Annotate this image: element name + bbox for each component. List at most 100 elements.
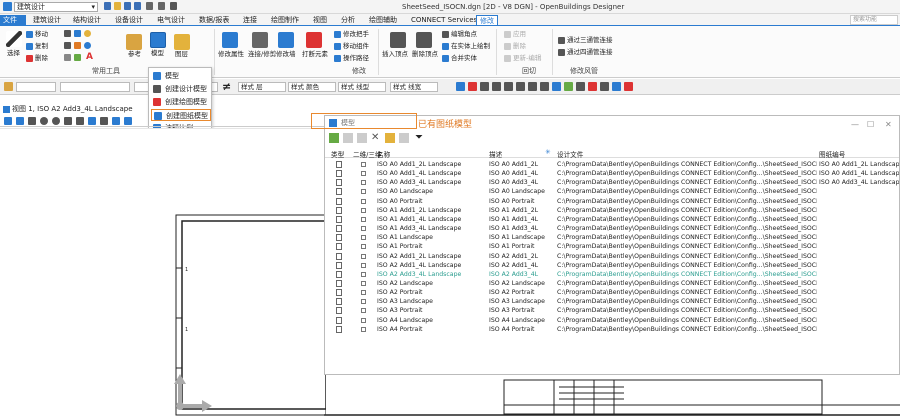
dim-checkbox[interactable] xyxy=(361,317,366,323)
bisector-icon[interactable] xyxy=(600,82,609,91)
dim-checkbox[interactable] xyxy=(361,290,366,296)
parallel-icon[interactable] xyxy=(576,82,585,91)
table-row[interactable]: ISO A1 Portrait ISO A1 Portrait C:\Program… xyxy=(325,242,899,251)
save-icon[interactable] xyxy=(124,2,131,10)
modify-attr-icon[interactable] xyxy=(222,32,238,48)
dim-checkbox[interactable] xyxy=(361,180,366,186)
table-row[interactable]: ISO A0 Landscape ISO A0 Landscape C:\Progr… xyxy=(325,187,899,196)
rotate-icon[interactable] xyxy=(88,117,96,125)
menu-item-create-design-model[interactable]: 创建设计模型 xyxy=(151,83,211,95)
search-input[interactable]: 搜索功能 xyxy=(850,15,898,25)
move-button[interactable]: 移动 xyxy=(26,30,48,38)
filter-icon[interactable]: ⏷ xyxy=(415,133,425,143)
menu-drawing-aids[interactable]: 绘图辅助 xyxy=(366,15,400,25)
line-style-combo[interactable]: 样式 线型 xyxy=(338,82,386,92)
col-type[interactable]: 类型 xyxy=(331,149,344,159)
menu-connect-services[interactable]: CONNECT Services xyxy=(408,15,480,25)
import-icon[interactable] xyxy=(385,133,395,143)
delete-button[interactable]: 删除 xyxy=(26,54,48,62)
copy-model-icon[interactable] xyxy=(343,133,353,143)
dim-checkbox[interactable] xyxy=(361,262,366,268)
table-row[interactable]: ISO A4 Landscape ISO A4 Landscape C:\Progr… xyxy=(325,316,899,325)
menu-item-model[interactable]: 模型 xyxy=(151,70,211,82)
table-row[interactable]: ISO A2 Add1_2L Landscape ISO A2 Add1_2L C:… xyxy=(325,252,899,261)
open-file-icon[interactable] xyxy=(114,2,121,10)
properties-icon[interactable] xyxy=(357,133,367,143)
col-file[interactable]: 设计文件 xyxy=(557,149,583,159)
new-file-icon[interactable] xyxy=(104,2,111,10)
table-row[interactable]: ISO A4 Portrait ISO A4 Portrait C:\Program… xyxy=(325,325,899,334)
new-model-icon[interactable] xyxy=(329,133,339,143)
undo-icon[interactable] xyxy=(146,2,153,10)
dim-checkbox[interactable] xyxy=(361,216,366,222)
locks-icon[interactable] xyxy=(468,82,477,91)
reference-icon[interactable] xyxy=(126,34,142,50)
accudraw-icon[interactable] xyxy=(612,82,621,91)
table-row[interactable]: ISO A1 Add1_4L Landscape ISO A1 Add1_4L C:… xyxy=(325,215,899,224)
insert-vertex-icon[interactable] xyxy=(390,32,406,48)
remove-button[interactable]: 删除 xyxy=(504,42,526,50)
drawing-canvas[interactable]: 1 1 xyxy=(0,128,326,419)
merge-solid-button[interactable]: 合并实体 xyxy=(442,54,477,62)
col-desc[interactable]: 描述 xyxy=(489,149,502,159)
dim-checkbox[interactable] xyxy=(361,244,366,250)
col-sheet-no[interactable]: 图纸编号 xyxy=(819,149,845,159)
workspace-select[interactable]: 建筑设计 ▾ xyxy=(14,2,98,12)
tangent-icon[interactable] xyxy=(552,82,561,91)
shape-tools[interactable]: A xyxy=(64,30,120,66)
dim-checkbox[interactable] xyxy=(361,326,366,332)
color-style-combo[interactable]: 样式 颜色 xyxy=(288,82,336,92)
list-view-icon[interactable] xyxy=(399,133,409,143)
keypoint-icon[interactable] xyxy=(480,82,489,91)
minimize-button[interactable]: — xyxy=(851,118,859,132)
table-row[interactable]: ISO A2 Add3_4L Landscape ISO A2 Add3_4L C:… xyxy=(325,270,899,279)
zoom-in-icon[interactable] xyxy=(40,117,48,125)
menu-modify[interactable]: 修改 xyxy=(476,15,498,25)
dim-checkbox[interactable] xyxy=(361,162,366,167)
not-equal-icon[interactable]: ≠ xyxy=(222,80,231,93)
menu-analysis[interactable]: 分析 xyxy=(338,15,358,25)
table-row[interactable]: ISO A0 Portrait ISO A0 Portrait C:\Program… xyxy=(325,197,899,206)
select-icon[interactable] xyxy=(6,31,22,47)
window-area-icon[interactable] xyxy=(64,117,72,125)
next-view-icon[interactable] xyxy=(124,117,132,125)
delete-model-icon[interactable]: ✕ xyxy=(371,133,381,143)
table-row[interactable]: ISO A2 Landscape ISO A2 Landscape C:\Progr… xyxy=(325,279,899,288)
dim-checkbox[interactable] xyxy=(361,280,366,286)
move-group-button[interactable]: 移动组件 xyxy=(334,42,369,50)
pencil-icon[interactable] xyxy=(4,82,13,91)
settings-icon[interactable]: ✳ xyxy=(545,148,551,156)
edit-point-button[interactable]: 编辑角点 xyxy=(442,30,477,38)
break-icon[interactable] xyxy=(306,32,322,48)
print-icon[interactable] xyxy=(170,2,177,10)
dim-checkbox[interactable] xyxy=(361,271,366,277)
table-row[interactable]: ISO A0 Add3_4L Landscape ISO A0 Add3_4L C:… xyxy=(325,178,899,187)
dim-checkbox[interactable] xyxy=(361,253,366,259)
display-style-icon[interactable] xyxy=(16,117,24,125)
on-solid-button[interactable]: 在实体上绘制 xyxy=(442,42,490,50)
table-row[interactable]: ISO A1 Add3_4L Landscape ISO A1 Add3_4L C:… xyxy=(325,224,899,233)
zoom-out-icon[interactable] xyxy=(52,117,60,125)
snap-icon[interactable] xyxy=(456,82,465,91)
midpoint-icon[interactable] xyxy=(504,82,513,91)
element-combo[interactable] xyxy=(60,82,130,92)
table-row[interactable]: ISO A2 Portrait ISO A2 Portrait C:\Program… xyxy=(325,288,899,297)
maximize-button[interactable]: ☐ xyxy=(867,118,874,132)
menu-data-report[interactable]: 数据/报表 xyxy=(196,15,232,25)
update-view-icon[interactable] xyxy=(28,117,36,125)
menu-structure[interactable]: 结构设计 xyxy=(70,15,104,25)
close-button[interactable]: ✕ xyxy=(885,118,892,132)
previous-view-icon[interactable] xyxy=(112,117,120,125)
delete-vertex-icon[interactable] xyxy=(416,32,432,48)
table-row[interactable]: ISO A1 Landscape ISO A1 Landscape C:\Progr… xyxy=(325,233,899,242)
menu-view[interactable]: 视图 xyxy=(310,15,330,25)
menu-architecture[interactable]: 建筑设计 xyxy=(30,15,64,25)
table-row[interactable]: ISO A0 Add1_4L Landscape ISO A0 Add1_4L C:… xyxy=(325,169,899,178)
dim-checkbox[interactable] xyxy=(361,299,366,305)
op-path-button[interactable]: 操作路径 xyxy=(334,54,369,62)
apply-button[interactable]: 应用 xyxy=(504,30,526,38)
table-row[interactable]: ISO A2 Add1_4L Landscape ISO A2 Add1_4L C:… xyxy=(325,261,899,270)
menu-file[interactable]: 文件 xyxy=(0,15,26,25)
dim-checkbox[interactable] xyxy=(361,235,366,241)
menu-electrical[interactable]: 电气设计 xyxy=(154,15,188,25)
